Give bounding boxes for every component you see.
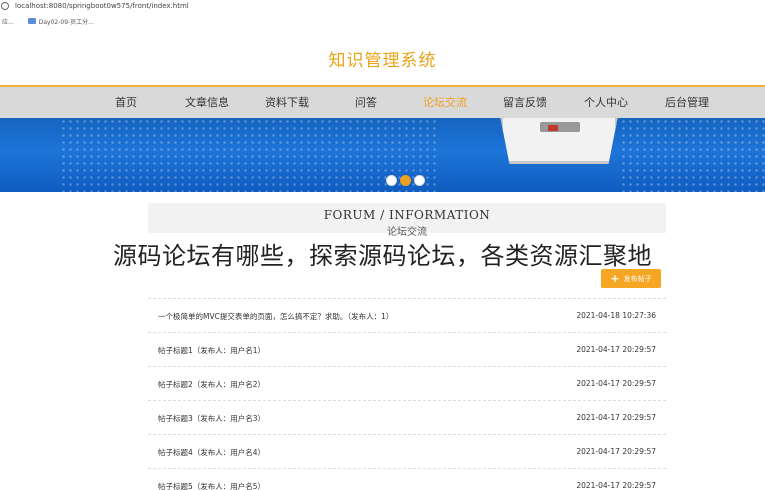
post-date: 2021-04-17 20:29:57 <box>576 413 656 422</box>
post-row[interactable]: 一个极简单的MVC提交表单的页面，怎么搞不定？求助。（发布人：1） 2021-0… <box>148 298 666 332</box>
nav-item-articles[interactable]: 文章信息 <box>185 87 229 118</box>
plus-icon: + <box>610 272 620 285</box>
carousel-dot-2[interactable] <box>400 175 411 186</box>
folder-icon <box>27 18 36 24</box>
carousel-indicators <box>386 175 425 186</box>
post-row[interactable]: 帖子标题5（发布人：用户名5） 2021-04-17 20:29:57 <box>148 468 666 490</box>
nav-item-home[interactable]: 首页 <box>115 87 137 118</box>
world-map-pattern-right <box>620 118 765 192</box>
forum-title-en: FORUM / INFORMATION <box>323 208 491 222</box>
post-date: 2021-04-17 20:29:57 <box>576 345 656 354</box>
info-icon[interactable] <box>1 1 9 10</box>
nav-item-qa[interactable]: 问答 <box>355 87 377 118</box>
post-row[interactable]: 帖子标题3（发布人：用户名3） 2021-04-17 20:29:57 <box>148 400 666 434</box>
main-nav: 首页 文章信息 资料下载 问答 论坛交流 留言反馈 个人中心 后台管理 <box>0 87 765 118</box>
post-title[interactable]: 帖子标题5（发布人：用户名5） <box>158 481 265 490</box>
nav-item-forum[interactable]: 论坛交流 <box>423 87 467 118</box>
bookmarks-bar: 应... Day02-09-员工分... <box>0 12 765 30</box>
publish-post-label: 发布帖子 <box>623 274 652 283</box>
bookmark-folder[interactable]: Day02-09-员工分... <box>27 17 94 26</box>
nav-item-downloads[interactable]: 资料下载 <box>265 87 309 118</box>
banner-carousel[interactable] <box>0 118 765 192</box>
post-date: 2021-04-18 10:27:36 <box>576 311 656 320</box>
bookmark-folder-label: Day02-09-员工分... <box>38 18 94 26</box>
post-row[interactable]: 帖子标题4（发布人：用户名4） 2021-04-17 20:29:57 <box>148 434 666 468</box>
world-map-pattern <box>60 118 440 192</box>
post-row[interactable]: 帖子标题2（发布人：用户名2） 2021-04-17 20:29:57 <box>148 366 666 400</box>
carousel-dot-1[interactable] <box>386 175 397 186</box>
site-title: 知识管理系统 <box>328 51 437 71</box>
address-bar[interactable]: localhost:8080/springboot0w575/front/ind… <box>0 0 765 11</box>
bookmark-apps[interactable]: 应... <box>2 17 14 26</box>
forum-section-title: FORUM / INFORMATION 论坛交流 <box>148 203 666 238</box>
post-list: 一个极简单的MVC提交表单的页面，怎么搞不定？求助。（发布人：1） 2021-0… <box>148 298 666 490</box>
post-title[interactable]: 帖子标题3（发布人：用户名3） <box>158 413 265 424</box>
nav-item-feedback[interactable]: 留言反馈 <box>503 87 547 118</box>
post-date: 2021-04-17 20:29:57 <box>576 481 656 490</box>
post-title[interactable]: 帖子标题1（发布人：用户名1） <box>158 345 265 356</box>
site-header: 知识管理系统 <box>0 30 765 85</box>
post-date: 2021-04-17 20:29:57 <box>576 447 656 456</box>
publish-post-button[interactable]: + 发布帖子 <box>601 269 661 288</box>
post-title[interactable]: 帖子标题2（发布人：用户名2） <box>158 379 265 390</box>
post-row[interactable]: 帖子标题1（发布人：用户名1） 2021-04-17 20:29:57 <box>148 332 666 366</box>
overlay-caption: 源码论坛有哪些，探索源码论坛，各类资源汇聚地 <box>113 242 652 270</box>
nav-item-admin[interactable]: 后台管理 <box>665 87 709 118</box>
carousel-dot-3[interactable] <box>414 175 425 186</box>
post-date: 2021-04-17 20:29:57 <box>576 379 656 388</box>
monitor-red-block <box>548 125 558 131</box>
nav-item-profile[interactable]: 个人中心 <box>584 87 628 118</box>
url-text[interactable]: localhost:8080/springboot0w575/front/ind… <box>15 2 189 10</box>
post-title[interactable]: 帖子标题4（发布人：用户名4） <box>158 447 265 458</box>
monitor-detail <box>540 122 580 132</box>
post-title[interactable]: 一个极简单的MVC提交表单的页面，怎么搞不定？求助。（发布人：1） <box>158 311 393 322</box>
